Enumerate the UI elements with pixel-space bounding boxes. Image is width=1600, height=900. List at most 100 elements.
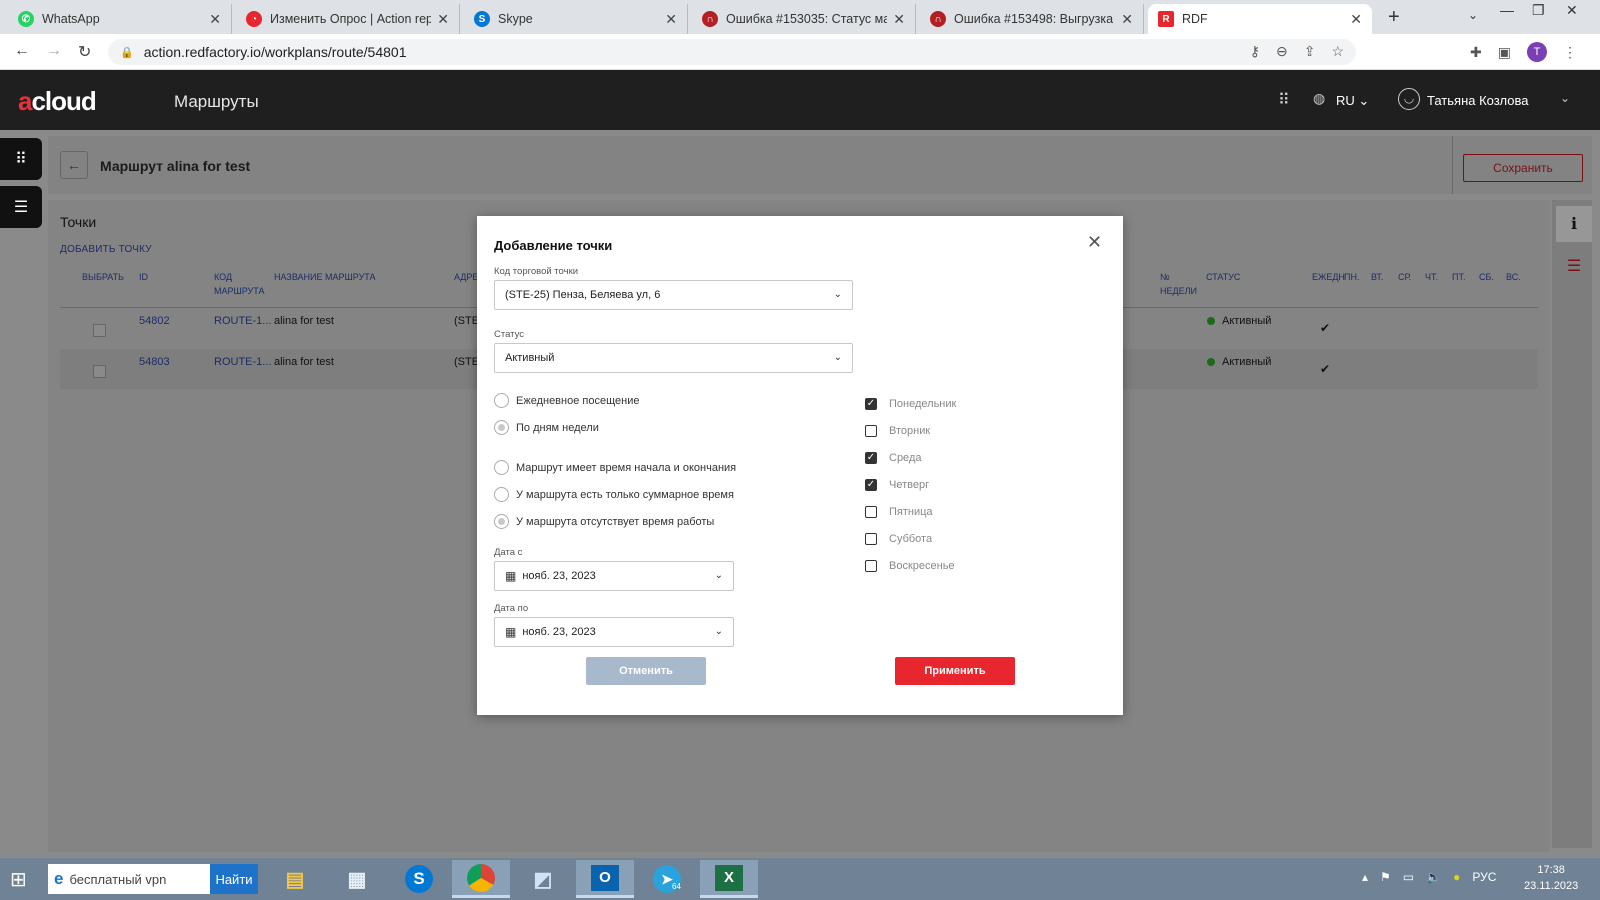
address-bar[interactable]: 🔒 action.redfactory.io/workplans/route/5… — [108, 39, 1356, 65]
column-header-fri[interactable]: ПТ. — [1452, 270, 1465, 284]
windows-start-icon[interactable]: ⊞ — [10, 867, 36, 891]
time-total-radio[interactable]: У маршрута есть только суммарное время — [494, 487, 734, 502]
day-sunday-checkbox[interactable]: Воскресенье — [865, 560, 955, 572]
point-id-link[interactable]: 54803 — [139, 356, 170, 368]
browser-tab-bug-153498[interactable]: ∩ Ошибка #153498: Выгрузка м ✕ — [920, 4, 1144, 34]
tray-expand-icon[interactable]: ▴ — [1362, 870, 1368, 884]
time-none-radio[interactable]: У маршрута отсутствует время работы — [494, 514, 714, 529]
flag-icon[interactable]: ⚑ — [1380, 870, 1391, 884]
menu-kebab-icon[interactable]: ⋮ — [1563, 44, 1577, 61]
taskbar-find-button[interactable]: Найти — [210, 864, 258, 894]
column-header-address[interactable]: АДРЕ — [454, 270, 478, 284]
day-tuesday-checkbox[interactable]: Вторник — [865, 425, 930, 437]
info-icon[interactable]: ℹ — [1556, 206, 1592, 242]
browser-tab-whatsapp[interactable]: ✆ WhatsApp ✕ — [8, 4, 232, 34]
new-tab-icon[interactable]: + — [1388, 6, 1400, 29]
point-id-link[interactable]: 54802 — [139, 315, 170, 327]
close-icon[interactable]: ✕ — [1350, 11, 1362, 28]
time-start-end-radio[interactable]: Маршрут имеет время начала и окончания — [494, 460, 736, 475]
date-to-picker[interactable]: ▦ нояб. 23, 2023 ⌄ — [494, 617, 734, 647]
row-select-checkbox[interactable] — [93, 365, 106, 378]
restore-icon[interactable]: ❐ — [1532, 2, 1545, 19]
back-arrow-icon[interactable]: ← — [14, 42, 30, 60]
day-thursday-checkbox[interactable]: ✓ Четверг — [865, 479, 929, 491]
column-header-select[interactable]: ВЫБРАТЬ — [82, 270, 124, 284]
acloud-logo[interactable]: acloud — [18, 86, 97, 117]
telegram-icon[interactable]: ➤ 64 — [638, 860, 696, 898]
input-language[interactable]: РУС — [1472, 870, 1496, 884]
outlet-code-select[interactable]: (STE-25) Пенза, Беляева ул, 6 ⌄ — [494, 280, 853, 310]
key-icon[interactable]: ⚷ — [1250, 43, 1260, 60]
chevron-down-icon[interactable]: ⌄ — [1560, 91, 1570, 105]
volume-icon[interactable]: 🔈 — [1426, 870, 1441, 884]
visit-daily-radio[interactable]: Ежедневное посещение — [494, 393, 639, 408]
close-icon[interactable]: ✕ — [893, 11, 905, 28]
day-monday-checkbox[interactable]: ✓ Понедельник — [865, 398, 956, 410]
notepad-icon[interactable]: ◩ — [514, 860, 572, 898]
row-select-checkbox[interactable] — [93, 324, 106, 337]
skype-taskbar-icon[interactable]: S — [390, 860, 448, 898]
minimize-icon[interactable]: — — [1500, 2, 1514, 18]
apply-button[interactable]: Применить — [895, 657, 1015, 685]
excel-icon[interactable]: X — [700, 860, 758, 898]
tab-search-chevron-icon[interactable]: ⌄ — [1468, 8, 1478, 22]
close-icon[interactable]: ✕ — [437, 11, 449, 28]
column-header-route-name[interactable]: НАЗВАНИЕ МАРШРУТА — [274, 270, 376, 284]
apps-grid-button[interactable]: ⠿ — [0, 138, 42, 180]
side-panel-icon[interactable]: ▣ — [1498, 44, 1511, 61]
column-header-wed[interactable]: СР. — [1398, 270, 1411, 284]
status-select[interactable]: Активный ⌄ — [494, 343, 853, 373]
column-header-tue[interactable]: ВТ. — [1371, 270, 1383, 284]
close-icon[interactable]: ✕ — [1121, 11, 1133, 28]
network-icon[interactable]: ▭ — [1403, 870, 1414, 884]
extensions-puzzle-icon[interactable]: ✚ — [1470, 44, 1482, 61]
date-from-picker[interactable]: ▦ нояб. 23, 2023 ⌄ — [494, 561, 734, 591]
column-header-status[interactable]: СТАТУС — [1206, 270, 1240, 284]
day-saturday-checkbox[interactable]: Суббота — [865, 533, 932, 545]
browser-tab-rdf[interactable]: R RDF ✕ — [1148, 4, 1372, 34]
calculator-icon[interactable]: ▦ — [328, 860, 386, 898]
file-explorer-icon[interactable]: ▤ — [266, 860, 324, 898]
vpn-icon[interactable]: ● — [1453, 870, 1460, 884]
zoom-icon[interactable]: ⊖ — [1276, 43, 1288, 60]
visit-weekdays-radio[interactable]: По дням недели — [494, 420, 599, 435]
bookmark-star-icon[interactable]: ☆ — [1331, 43, 1344, 60]
day-wednesday-checkbox[interactable]: ✓ Среда — [865, 452, 921, 464]
browser-tab-bug-153035[interactable]: ∩ Ошибка #153035: Статус мар ✕ — [692, 4, 916, 34]
column-header-week-number[interactable]: № НЕДЕЛИ — [1160, 270, 1200, 298]
chrome-icon[interactable] — [452, 860, 510, 898]
column-header-id[interactable]: ID — [139, 270, 148, 284]
user-icon[interactable]: ◡ — [1398, 88, 1420, 110]
column-header-daily[interactable]: ЕЖЕДН — [1312, 270, 1345, 284]
window-close-icon[interactable]: ✕ — [1566, 2, 1578, 19]
forward-arrow-icon[interactable]: → — [46, 42, 62, 60]
apps-grid-icon[interactable]: ⠿ — [1278, 90, 1290, 110]
cancel-button[interactable]: Отменить — [586, 657, 706, 685]
close-icon[interactable]: ✕ — [209, 11, 221, 28]
save-button[interactable]: Сохранить — [1463, 154, 1583, 182]
profile-avatar[interactable]: T — [1526, 42, 1547, 62]
menu-button[interactable]: ☰ — [0, 186, 42, 228]
reload-icon[interactable]: ↻ — [78, 42, 91, 62]
globe-icon[interactable]: ◍ — [1313, 90, 1325, 107]
outlook-icon[interactable]: O — [576, 860, 634, 898]
user-name[interactable]: Татьяна Козлова — [1427, 93, 1529, 108]
browser-tab-skype[interactable]: S Skype ✕ — [464, 4, 688, 34]
day-friday-checkbox[interactable]: Пятница — [865, 506, 933, 518]
language-selector[interactable]: RU ⌄ — [1336, 93, 1369, 109]
column-header-sat[interactable]: СБ. — [1479, 270, 1494, 284]
column-header-route-code[interactable]: КОД МАРШРУТА — [214, 270, 274, 298]
clock-time: 17:38 — [1537, 864, 1565, 876]
column-header-sun[interactable]: ВС. — [1506, 270, 1521, 284]
back-button[interactable]: ← — [60, 151, 88, 179]
share-icon[interactable]: ⇪ — [1304, 43, 1316, 60]
close-icon[interactable]: ✕ — [665, 11, 677, 28]
taskbar-search-input[interactable]: e бесплатный vpn — [48, 864, 212, 894]
column-header-mon[interactable]: ПН. — [1344, 270, 1359, 284]
browser-tab-action-survey[interactable]: ◔ Изменить Опрос | Action repo ✕ — [236, 4, 460, 34]
column-header-thu[interactable]: ЧТ. — [1425, 270, 1438, 284]
clock[interactable]: 17:38 23.11.2023 — [1524, 862, 1578, 894]
close-icon[interactable]: ✕ — [1087, 232, 1102, 253]
add-point-link[interactable]: ДОБАВИТЬ ТОЧКУ — [60, 244, 152, 255]
list-icon[interactable]: ☰ — [1556, 248, 1592, 284]
